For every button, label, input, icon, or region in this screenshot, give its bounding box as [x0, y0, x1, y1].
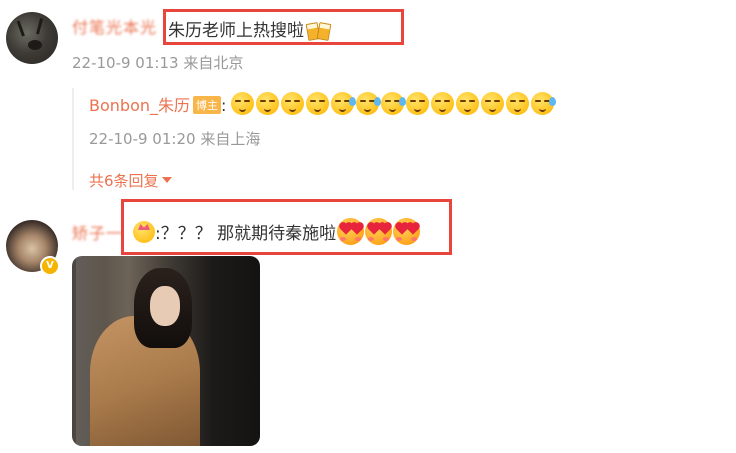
comment-image[interactable]	[72, 256, 260, 446]
smirk-emoji	[231, 92, 255, 115]
location: 来自北京	[183, 54, 244, 72]
comment-body: :？？？ 那就期待秦施啦	[155, 224, 337, 244]
sweat-emoji	[356, 92, 382, 115]
smirk-emoji	[456, 92, 480, 115]
blogger-badge: 博主	[193, 96, 221, 114]
smirk-emoji	[431, 92, 455, 115]
timestamp: 22-10-9 01:20	[89, 130, 196, 148]
more-replies-link[interactable]: 共6条回复	[89, 170, 172, 191]
reply-colon: :	[221, 96, 227, 115]
verified-badge-icon: V	[40, 256, 60, 276]
heart-eyes-emoji	[393, 218, 421, 245]
reply-line: Bonbon_朱历 博主:	[89, 92, 557, 116]
sweat-emoji	[331, 92, 357, 115]
cheers-emoji	[305, 18, 332, 41]
location: 来自上海	[200, 130, 261, 148]
sweat-emoji	[531, 92, 557, 115]
avatar[interactable]	[6, 12, 58, 64]
comment-body: 朱历老师上热搜啦	[168, 21, 304, 41]
reply-divider	[72, 88, 74, 190]
heart-emoji-list	[336, 218, 421, 245]
heart-eyes-emoji	[365, 218, 393, 245]
chevron-down-icon	[161, 177, 172, 183]
smirk-emoji	[281, 92, 305, 115]
smirk-emoji	[506, 92, 530, 115]
reply-emoji-list	[231, 92, 557, 115]
comment-meta: 22-10-9 01:13 来自北京	[72, 52, 243, 73]
comment-username[interactable]: 付笔光本光	[72, 14, 157, 38]
smirk-emoji	[406, 92, 430, 115]
more-replies-label: 共6条回复	[89, 172, 159, 190]
comment-username[interactable]: 矫子一	[72, 220, 123, 244]
sweat-emoji	[381, 92, 407, 115]
reply-username[interactable]: Bonbon_朱历	[89, 96, 190, 115]
crown-emoji	[133, 221, 155, 243]
heart-eyes-emoji	[337, 218, 365, 245]
smirk-emoji	[306, 92, 330, 115]
smirk-emoji	[481, 92, 505, 115]
reply-meta: 22-10-9 01:20 来自上海	[89, 128, 260, 149]
comment-text: :？？？ 那就期待秦施啦	[133, 218, 421, 245]
comment-text: 朱历老师上热搜啦	[168, 16, 332, 41]
timestamp: 22-10-9 01:13	[72, 54, 179, 72]
smirk-emoji	[256, 92, 280, 115]
